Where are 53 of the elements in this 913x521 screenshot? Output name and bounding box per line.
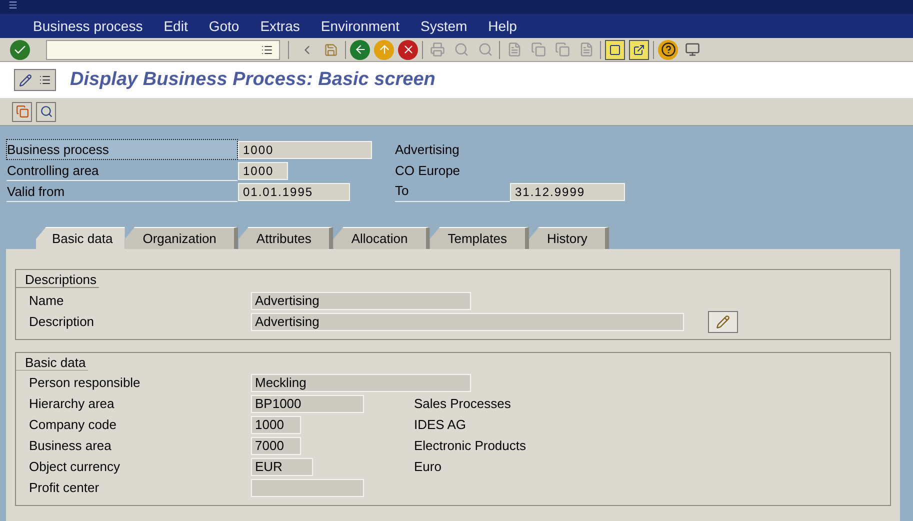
field-label: Profit center (29, 479, 100, 498)
field-label: Controlling area (6, 160, 238, 182)
input-field[interactable]: Advertising (251, 292, 471, 310)
magnifier-icon[interactable] (36, 102, 56, 122)
shortcut-icon[interactable] (629, 40, 649, 60)
field-description: Electronic Products (414, 437, 526, 456)
tab[interactable]: History (528, 227, 610, 249)
edit-icon[interactable] (708, 310, 738, 332)
field-label: Object currency (29, 458, 122, 476)
field-label: Name (29, 292, 65, 310)
field-label: Hierarchy area (29, 395, 116, 414)
input-field[interactable]: Advertising (251, 312, 684, 330)
input-field[interactable]: 7000 (251, 437, 301, 455)
input-field[interactable]: 1000 (251, 416, 301, 434)
field-label: Company code (29, 416, 118, 434)
cancel-icon[interactable] (398, 40, 418, 60)
tab[interactable]: Basic data (36, 227, 125, 249)
field-label: Business area (29, 437, 112, 456)
input-field[interactable]: 1000 (238, 140, 372, 158)
menu-item[interactable]: Edit (164, 16, 188, 36)
menu-item[interactable]: Help (488, 16, 517, 36)
tab[interactable]: Allocation (333, 227, 430, 249)
field-description: Euro (414, 458, 442, 476)
input-field[interactable]: EUR (251, 458, 313, 476)
field-description: Advertising (395, 140, 460, 159)
field-label: Description (29, 312, 96, 331)
menu-item[interactable]: System (420, 16, 468, 36)
field-label: Person responsible (29, 374, 142, 392)
input-field[interactable]: BP1000 (251, 395, 364, 413)
screen-title: Display Business Process: Basic screen (70, 68, 436, 92)
window-icon[interactable] (605, 40, 625, 60)
menu-icon[interactable] (8, 0, 18, 10)
field-description: CO Europe (395, 162, 460, 180)
menu-item[interactable]: Extras (260, 16, 300, 36)
field-description: Sales Processes (414, 395, 511, 414)
back-icon[interactable] (350, 40, 370, 60)
check-icon[interactable] (10, 40, 30, 60)
menu-item[interactable]: Business process (33, 16, 143, 36)
help-icon[interactable] (658, 40, 678, 60)
field-label: Business process (6, 138, 238, 160)
menu-item[interactable]: Goto (208, 16, 240, 36)
input-field[interactable]: Meckling (251, 374, 471, 392)
tab[interactable]: Templates (430, 227, 529, 249)
input-field[interactable] (251, 479, 364, 497)
input-field[interactable]: 1000 (238, 162, 288, 180)
tab[interactable]: Organization (124, 227, 238, 249)
field-description: IDES AG (414, 416, 466, 434)
command-field[interactable] (46, 40, 280, 60)
field-label: Valid from (6, 180, 238, 202)
menu-item[interactable]: Environment (320, 16, 400, 36)
input-field[interactable]: 01.01.1995 (238, 182, 350, 200)
tab[interactable]: Attributes (238, 227, 334, 249)
input-field[interactable]: 31.12.9999 (510, 182, 625, 200)
